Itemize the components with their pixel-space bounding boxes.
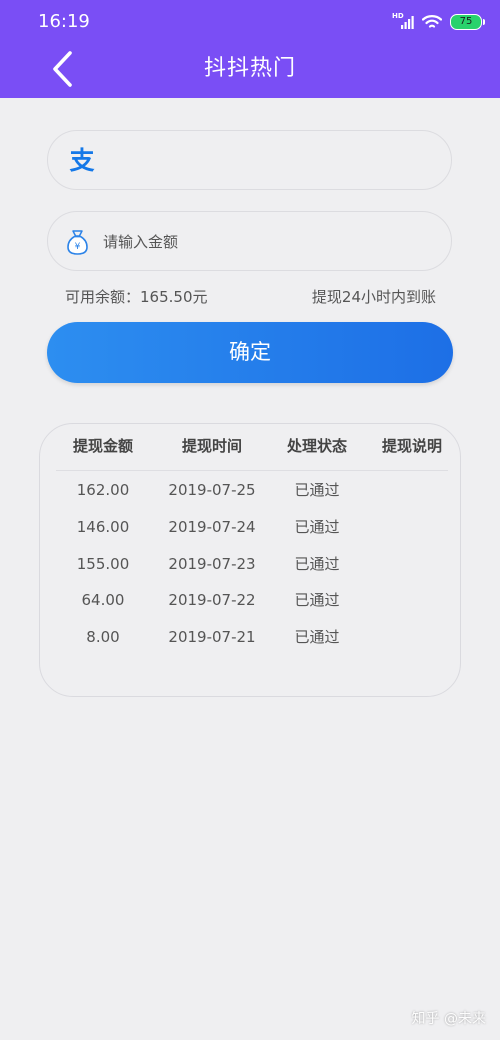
withdrawal-time: 2019-07-23: [168, 555, 256, 573]
navigation-bar: 抖抖热门: [0, 40, 500, 98]
alipay-account-field[interactable]: 支: [47, 130, 452, 190]
header-time: 提现时间: [181, 437, 242, 455]
app-header: 16:19 HD 75 抖抖热门: [0, 0, 500, 98]
withdrawal-amount: 146.00: [76, 518, 130, 536]
confirm-button[interactable]: 确定: [47, 322, 453, 383]
alipay-icon: 支: [69, 146, 95, 175]
withdrawal-time: 2019-07-25: [168, 481, 256, 499]
processing-status: 已通过: [294, 591, 340, 609]
svg-text:¥: ¥: [75, 242, 81, 252]
processing-status: 已通过: [294, 481, 340, 499]
status-icons: HD 75: [392, 12, 485, 32]
signal-icon: HD: [392, 12, 414, 30]
money-bag-icon: ¥: [67, 230, 88, 255]
withdrawal-amount: 162.00: [76, 481, 130, 499]
status-bar: 16:19 HD 75: [0, 0, 500, 40]
table-row: 146.00 2019-07-24 已通过: [56, 513, 448, 543]
processing-status: 已通过: [294, 555, 340, 573]
withdrawal-time: 2019-07-22: [168, 591, 256, 609]
arrival-time-note: 提现24小时内到账: [311, 288, 436, 306]
table-row: 155.00 2019-07-23 已通过: [56, 550, 448, 580]
table-row: 162.00 2019-07-25 已通过: [56, 476, 448, 506]
withdrawal-records-table: 提现金额 提现时间 处理状态 提现说明 162.00 2019-07-25 已通…: [39, 423, 461, 697]
header-note: 提现说明: [381, 437, 442, 455]
network-label: HD: [392, 12, 404, 20]
header-amount: 提现金额: [72, 437, 133, 455]
watermark: 知乎 @未来: [411, 1011, 486, 1027]
header-status: 处理状态: [286, 437, 347, 455]
wifi-icon: [422, 15, 442, 28]
page-title: 抖抖热门: [203, 56, 296, 81]
battery-icon: 75: [450, 14, 485, 30]
withdrawal-time: 2019-07-24: [168, 518, 256, 536]
table-row: 64.00 2019-07-22 已通过: [56, 586, 448, 616]
table-row: 8.00 2019-07-21 已通过: [56, 623, 448, 653]
table-header: 提现金额 提现时间 处理状态 提现说明: [56, 432, 448, 471]
withdrawal-amount: 155.00: [76, 555, 130, 573]
status-time: 16:19: [38, 11, 90, 32]
available-balance: 可用余额：165.50元: [65, 288, 208, 306]
withdrawal-amount: 8.00: [86, 628, 120, 646]
amount-placeholder: 请输入金额: [103, 233, 179, 251]
processing-status: 已通过: [294, 628, 340, 646]
processing-status: 已通过: [294, 518, 340, 536]
withdrawal-amount: 64.00: [81, 591, 125, 609]
amount-input[interactable]: ¥ 请输入金额: [47, 211, 452, 271]
withdrawal-time: 2019-07-21: [168, 628, 256, 646]
